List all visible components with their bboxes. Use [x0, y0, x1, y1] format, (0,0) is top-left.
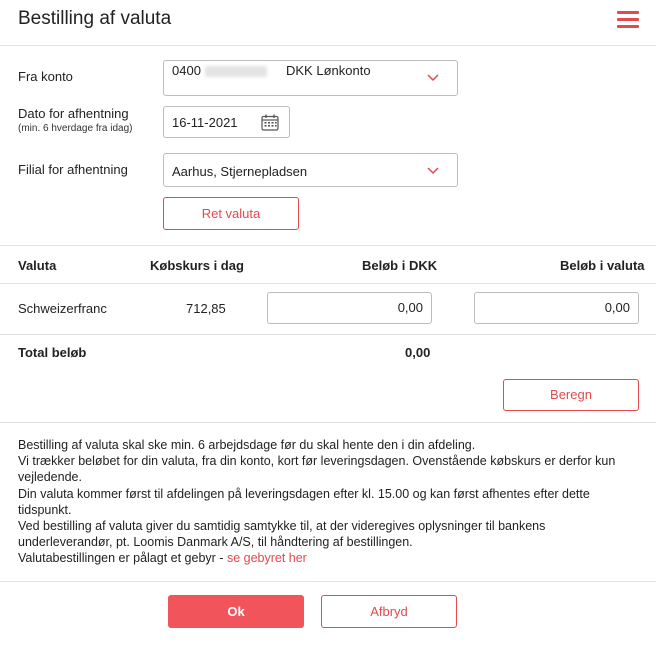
date-value: 16-11-2021 [172, 115, 238, 130]
account-number: 0400 [172, 63, 201, 78]
belob-dkk-input[interactable]: 0,00 [267, 292, 432, 324]
filial-label: Filial for afhentning [18, 162, 128, 177]
total-value: 0,00 [405, 345, 431, 360]
table-divider-top [0, 245, 656, 246]
chevron-down-icon [427, 74, 439, 82]
footer-divider [0, 581, 656, 582]
ret-valuta-button[interactable]: Ret valuta [163, 197, 299, 230]
page-title: Bestilling af valuta [18, 8, 172, 29]
info-line-5: Valutabestillingen er pålagt et gebyr - … [18, 550, 640, 566]
fra-konto-label: Fra konto [18, 69, 73, 84]
calendar-icon[interactable] [261, 114, 279, 131]
col-header-valuta: Valuta [18, 258, 57, 273]
total-label: Total beløb [18, 345, 87, 360]
info-line-2: Vi trækker beløbet for din valuta, fra d… [18, 454, 616, 485]
beregn-button[interactable]: Beregn [503, 379, 639, 411]
info-line-4: Ved bestilling af valuta giver du samtid… [18, 519, 546, 550]
row-kobskurs: 712,85 [186, 301, 226, 316]
ok-button[interactable]: Ok [168, 595, 304, 628]
info-divider [0, 422, 656, 423]
cancel-button[interactable]: Afbryd [321, 595, 457, 628]
col-header-belob-valuta: Beløb i valuta [560, 258, 645, 273]
col-header-belob-dkk: Beløb i DKK [362, 258, 438, 273]
branch-select[interactable]: Aarhus, Stjernepladsen [163, 153, 458, 187]
belob-valuta-input[interactable]: 0,00 [474, 292, 639, 324]
date-picker[interactable]: 16-11-2021 [163, 106, 290, 138]
account-name: DKK Lønkonto [286, 63, 371, 78]
info-text: Bestilling af valuta skal ske min. 6 arb… [18, 437, 640, 567]
chevron-down-icon [427, 167, 439, 175]
table-header-divider [0, 283, 656, 284]
info-line-3: Din valuta kommer først til afdelingen p… [18, 486, 590, 517]
hamburger-menu-icon[interactable] [617, 11, 639, 29]
fee-link[interactable]: se gebyret her [227, 551, 307, 565]
masked-account-digits [204, 66, 267, 78]
branch-value: Aarhus, Stjernepladsen [172, 164, 308, 179]
table-row-divider [0, 334, 656, 335]
account-select[interactable]: 0400 DKK Lønkonto [163, 60, 458, 96]
dato-label: Dato for afhentning [18, 106, 129, 121]
col-header-kobskurs: Købskurs i dag [150, 258, 244, 273]
fee-text: Valutabestillingen er pålagt et gebyr - [18, 551, 227, 566]
row-valuta: Schweizerfranc [18, 301, 107, 316]
header-divider [0, 45, 656, 46]
dato-sublabel: (min. 6 hverdage fra idag) [18, 123, 133, 134]
info-line-1: Bestilling af valuta skal ske min. 6 arb… [18, 438, 476, 452]
